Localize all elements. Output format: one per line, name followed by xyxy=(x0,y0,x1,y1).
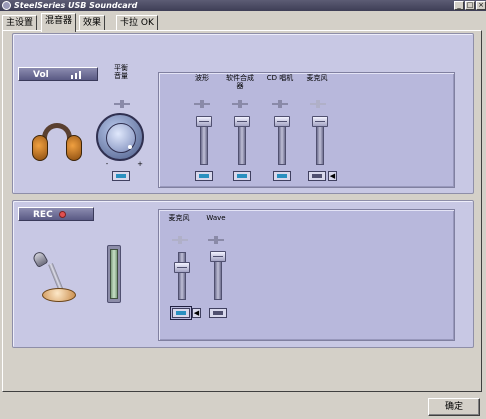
tab-strip: 主设置 混音器 效果 卡拉 OK xyxy=(0,11,486,32)
tab-mixer[interactable]: 混音器 xyxy=(41,13,77,32)
recording-level-meter xyxy=(107,245,121,303)
channel-label-mic: 麦克风 xyxy=(306,74,328,82)
rec-wave-balance-thumb[interactable] xyxy=(208,236,224,244)
master-mute-button[interactable] xyxy=(112,171,130,181)
minimize-button[interactable]: _ xyxy=(454,1,464,10)
rec-label-wave: Wave xyxy=(206,214,226,222)
balance-label: 平衡 音量 xyxy=(114,64,128,80)
rec-mic-volume-track[interactable] xyxy=(178,252,186,300)
master-volume-knob[interactable] xyxy=(96,113,144,161)
recording-channels xyxy=(158,209,455,341)
recording-badge: REC xyxy=(18,207,94,221)
app-icon xyxy=(2,1,11,10)
rec-wave-volume-thumb[interactable] xyxy=(210,251,226,262)
playback-badge: Vol xyxy=(18,67,98,81)
synth-volume-thumb[interactable] xyxy=(234,116,250,127)
speaker-icon[interactable]: ◀ xyxy=(328,171,337,181)
cd-volume-thumb[interactable] xyxy=(274,116,290,127)
window-title: SteelSeries USB Soundcard xyxy=(14,1,138,10)
title-bar: SteelSeries USB Soundcard _ □ × xyxy=(0,0,486,11)
rec-label-mic: 麦克风 xyxy=(168,214,190,222)
channel-label-cd: CD 唱机 xyxy=(266,74,294,82)
mic-balance-thumb[interactable] xyxy=(310,100,326,108)
tab-main-settings[interactable]: 主设置 xyxy=(2,15,38,31)
tab-karaoke[interactable]: 卡拉 OK xyxy=(116,15,158,31)
record-dot-icon xyxy=(59,211,66,218)
playback-badge-label: Vol xyxy=(33,70,49,80)
rec-mic-volume-thumb[interactable] xyxy=(174,262,190,273)
mic-mute-button[interactable] xyxy=(308,171,326,181)
ok-button[interactable]: 确定 xyxy=(428,398,480,416)
knob-minus-label: - xyxy=(105,160,109,168)
balance-slider-thumb[interactable] xyxy=(114,100,130,108)
maximize-button[interactable]: □ xyxy=(465,1,475,10)
wave-volume-thumb[interactable] xyxy=(196,116,212,127)
mic-volume-thumb[interactable] xyxy=(312,116,328,127)
wave-mute-button[interactable] xyxy=(195,171,213,181)
headphones-icon xyxy=(30,121,84,167)
synth-balance-thumb[interactable] xyxy=(232,100,248,108)
rec-wave-select-button[interactable] xyxy=(209,308,227,318)
knob-plus-label: + xyxy=(137,160,143,168)
tab-effects[interactable]: 效果 xyxy=(79,15,106,31)
channel-label-synth: 软件合成 器 xyxy=(226,74,254,90)
microphone-icon xyxy=(26,249,80,306)
rec-mic-select-button[interactable] xyxy=(170,306,192,320)
recording-badge-label: REC xyxy=(33,210,53,220)
wave-balance-thumb[interactable] xyxy=(194,100,210,108)
rec-speaker-icon[interactable]: ◀ xyxy=(192,308,201,318)
volume-bars-icon xyxy=(71,71,85,79)
knob-indicator xyxy=(128,145,132,149)
cd-mute-button[interactable] xyxy=(273,171,291,181)
channel-label-wave: 波形 xyxy=(195,74,209,82)
cd-balance-thumb[interactable] xyxy=(272,100,288,108)
rec-mic-balance-thumb[interactable] xyxy=(172,236,188,244)
close-button[interactable]: × xyxy=(476,1,486,10)
synth-mute-button[interactable] xyxy=(233,171,251,181)
